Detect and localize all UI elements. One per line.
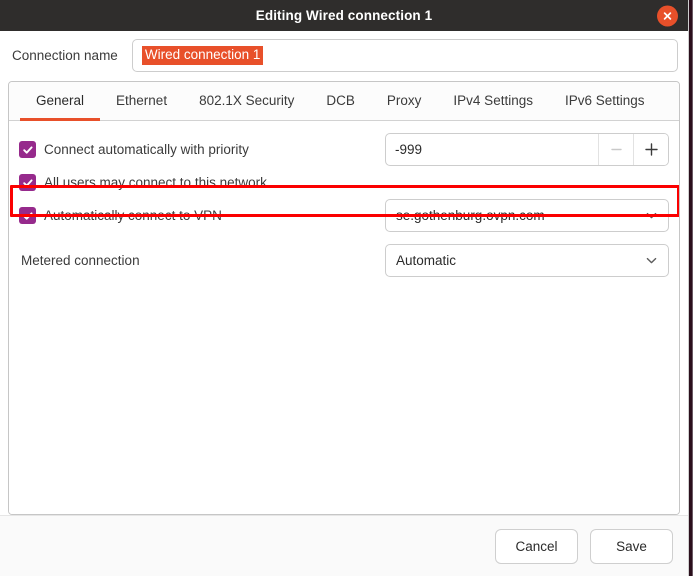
cancel-button[interactable]: Cancel — [495, 528, 578, 564]
connection-name-row: Connection name Wired connection 1 — [0, 31, 688, 79]
title-bar: Editing Wired connection 1 — [0, 0, 688, 31]
tab-ethernet[interactable]: Ethernet — [100, 82, 183, 121]
tab-ipv6-settings-label: IPv6 Settings — [564, 92, 645, 108]
priority-stepper[interactable]: -999 — [385, 133, 669, 166]
tab-dcb[interactable]: DCB — [310, 82, 371, 121]
plus-icon[interactable] — [633, 134, 668, 165]
label-auto-connect-vpn: Automatically connect to VPN — [44, 208, 222, 223]
priority-input[interactable]: -999 — [386, 134, 598, 165]
vpn-select-value: se.gothenburg.ovpn.com — [396, 208, 545, 223]
tab-ipv6-settings[interactable]: IPv6 Settings — [549, 82, 661, 121]
metered-select[interactable]: Automatic — [385, 244, 669, 277]
label-metered-connection: Metered connection — [21, 253, 140, 268]
connection-name-input[interactable]: Wired connection 1 — [131, 39, 678, 72]
checkbox-connect-automatically[interactable] — [19, 141, 36, 158]
tab-ethernet-label: Ethernet — [116, 92, 168, 108]
row-metered-connection: Metered connection Automatic — [19, 244, 669, 277]
chevron-down-icon — [645, 254, 658, 267]
connection-name-label: Connection name — [12, 48, 118, 63]
minus-icon[interactable] — [598, 134, 633, 165]
row-connect-automatically: Connect automatically with priority -999 — [19, 133, 669, 166]
metered-select-value: Automatic — [396, 253, 457, 268]
dialog-footer: Cancel Save — [0, 515, 688, 576]
tab-8021x-security[interactable]: 802.1X Security — [183, 82, 310, 121]
label-all-users: All users may connect to this network — [44, 175, 267, 190]
tab-ipv4-settings[interactable]: IPv4 Settings — [437, 82, 549, 121]
tab-proxy[interactable]: Proxy — [371, 82, 438, 121]
settings-notebook: General Ethernet 802.1X Security DCB Pro… — [8, 81, 680, 515]
checkbox-auto-connect-vpn[interactable] — [19, 207, 36, 224]
dialog-window: Editing Wired connection 1 Connection na… — [0, 0, 688, 576]
chevron-down-icon — [645, 209, 658, 222]
tab-general[interactable]: General — [20, 82, 101, 121]
vpn-select[interactable]: se.gothenburg.ovpn.com — [385, 199, 669, 232]
tab-general-label: General — [36, 92, 85, 108]
tab-proxy-label: Proxy — [386, 92, 422, 108]
general-tab-panel: Connect automatically with priority -999 — [9, 121, 679, 514]
window-title: Editing Wired connection 1 — [255, 8, 433, 23]
tab-8021x-security-label: 802.1X Security — [199, 92, 295, 108]
tab-dcb-label: DCB — [326, 92, 355, 108]
checkbox-all-users[interactable] — [19, 174, 36, 191]
tab-ipv4-settings-label: IPv4 Settings — [453, 92, 533, 108]
label-connect-automatically: Connect automatically with priority — [44, 142, 249, 157]
save-button[interactable]: Save — [590, 528, 673, 564]
connection-name-value: Wired connection 1 — [141, 46, 264, 65]
tab-bar: General Ethernet 802.1X Security DCB Pro… — [9, 82, 679, 121]
row-auto-connect-vpn: Automatically connect to VPN se.gothenbu… — [19, 199, 669, 232]
desktop-background-edge — [688, 0, 693, 576]
row-all-users: All users may connect to this network — [19, 166, 669, 199]
close-icon[interactable] — [657, 5, 678, 26]
